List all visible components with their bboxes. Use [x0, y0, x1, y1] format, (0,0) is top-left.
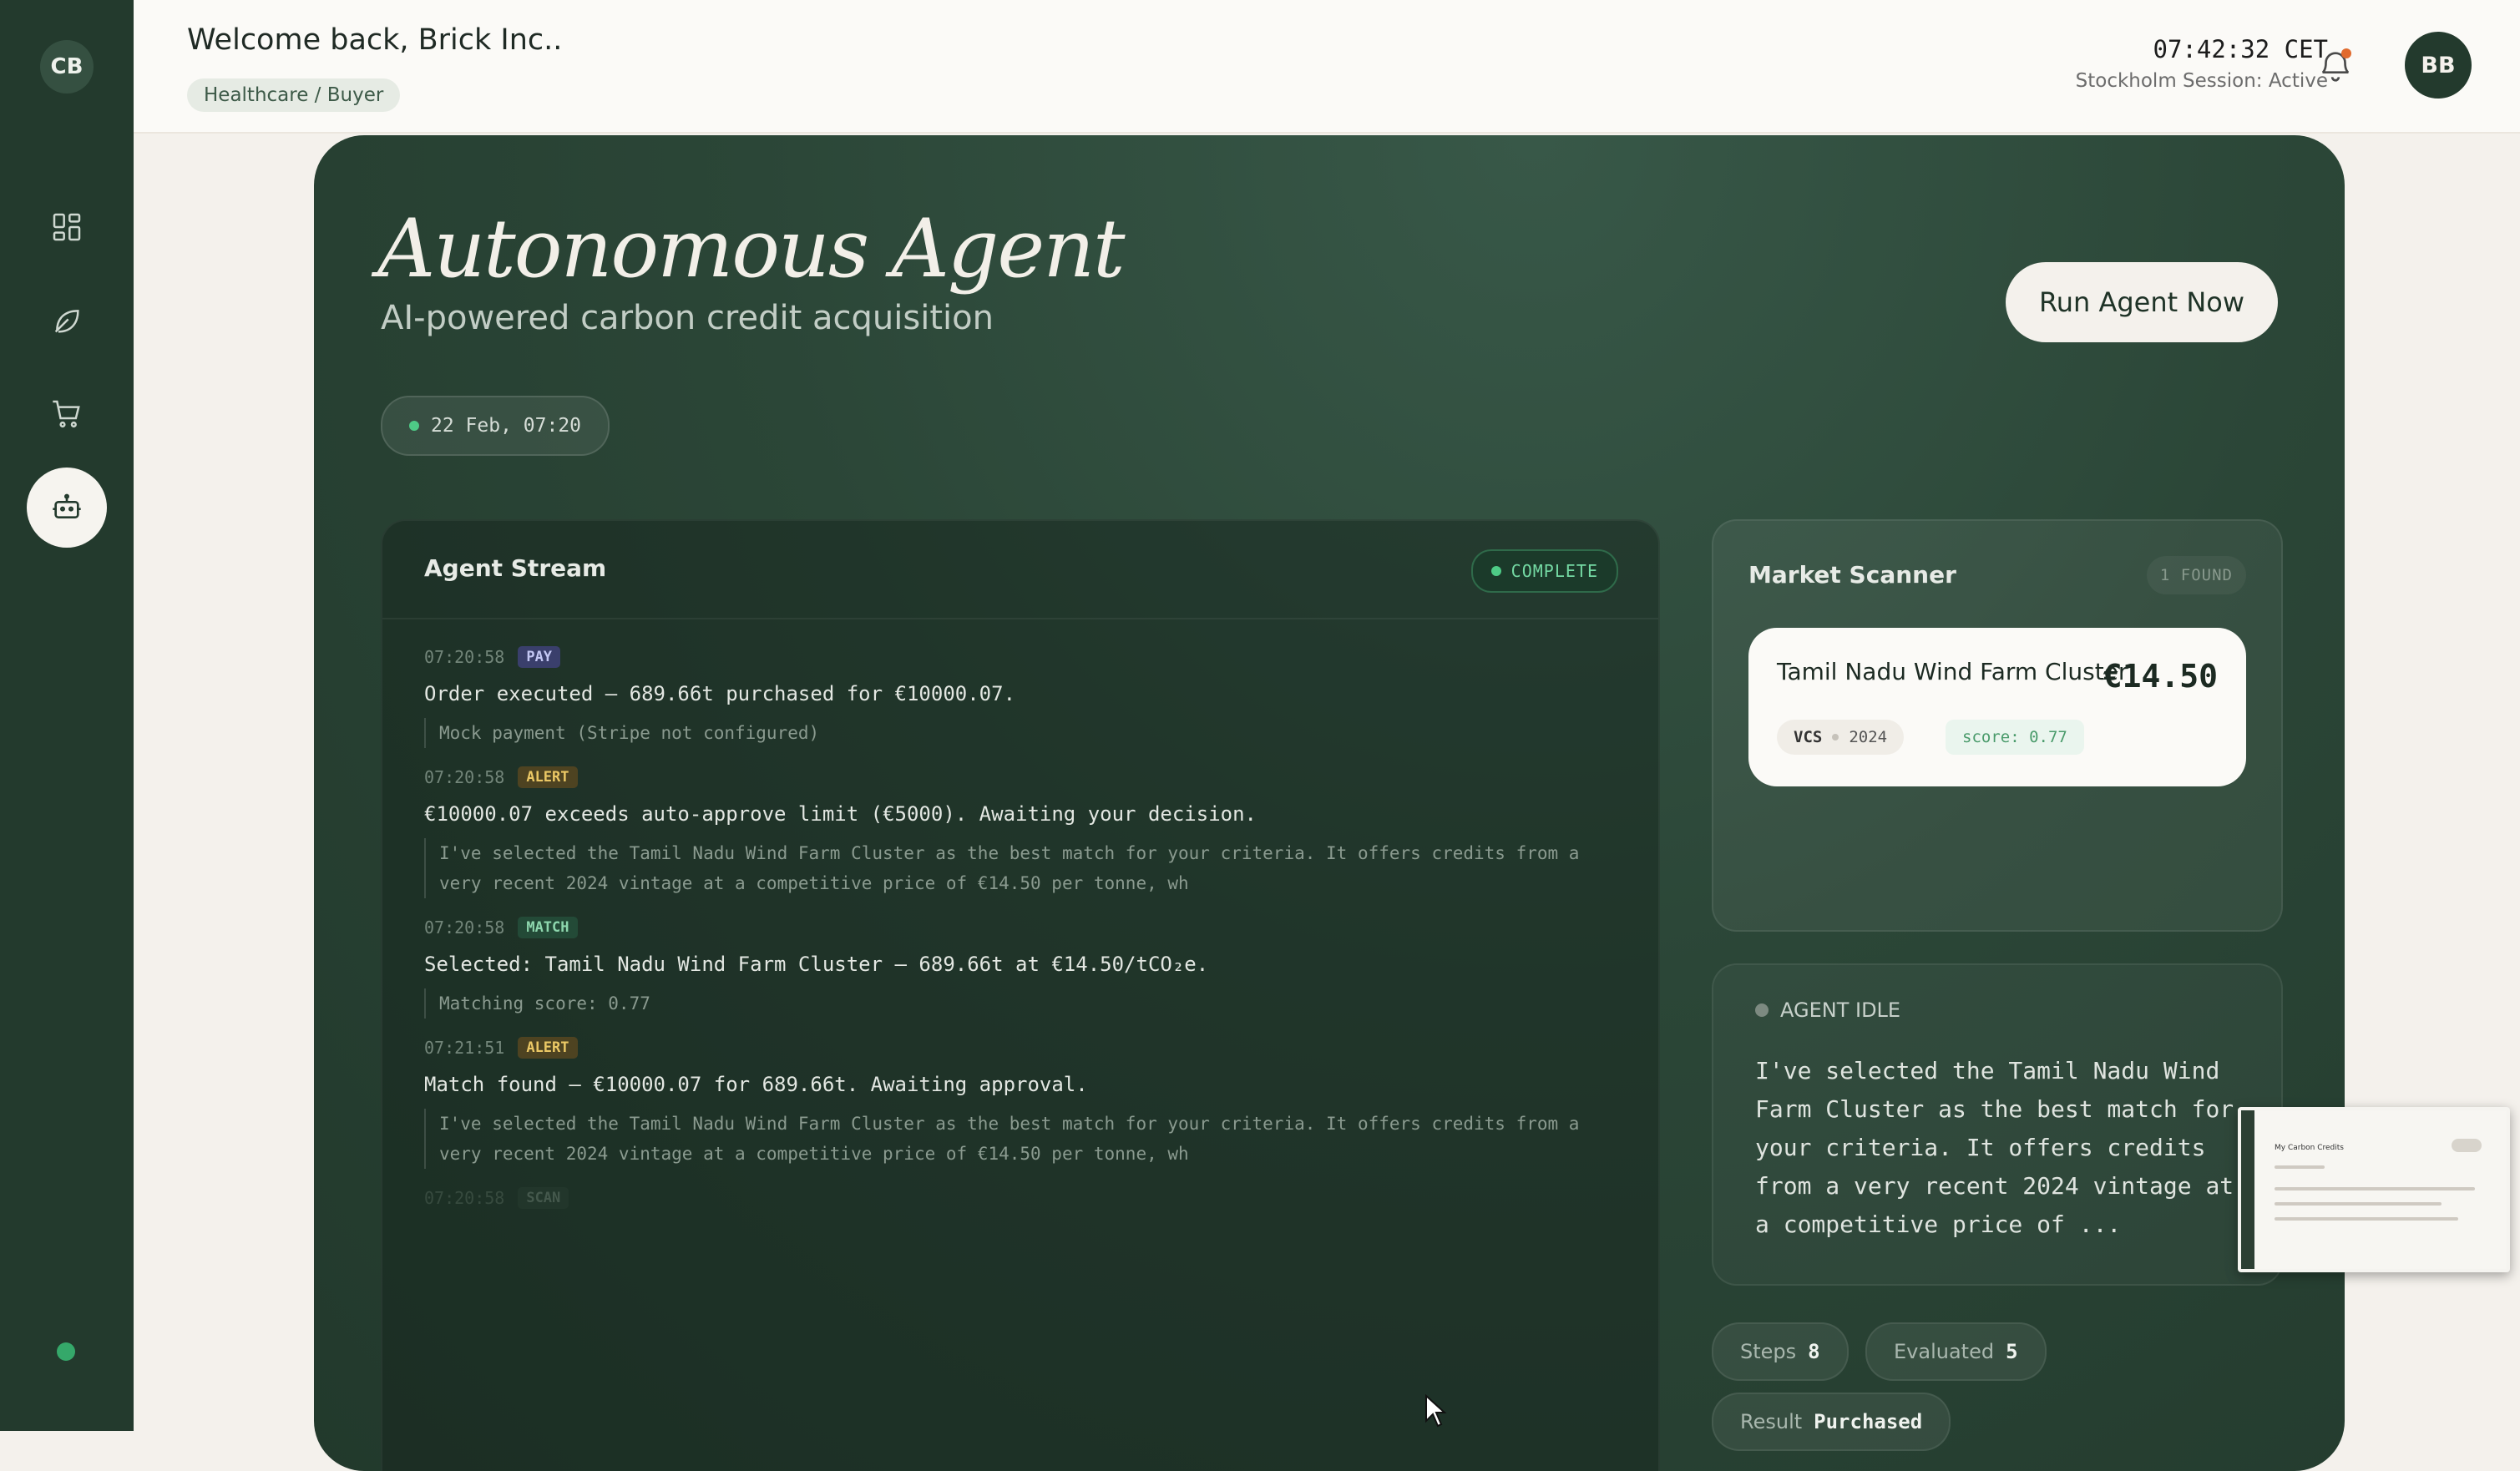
entry-time: 07:20:58: [424, 767, 505, 787]
entry-tag: ALERT: [518, 766, 578, 788]
agent-summary-text: I've selected the Tamil Nadu Wind Farm C…: [1755, 1057, 2234, 1238]
leaf-icon: [54, 310, 79, 333]
entry-time: 07:21:51: [424, 1038, 505, 1058]
company-avatar[interactable]: CB: [40, 40, 94, 94]
user-avatar[interactable]: BB: [2405, 32, 2472, 99]
entry-note: Matching score: 0.77: [424, 988, 1627, 1019]
result-stat: Result Purchased: [1712, 1393, 1951, 1451]
agent-status-label: AGENT IDLE: [1780, 998, 1901, 1022]
evaluated-label: Evaluated: [1894, 1340, 1995, 1363]
thumbnail-line: [2275, 1202, 2442, 1206]
cart-icon: [53, 400, 80, 428]
session-status: Stockholm Session: Active: [2075, 70, 2328, 92]
evaluated-stat: Evaluated 5: [1865, 1322, 2047, 1381]
run-date-chip: 22 Feb, 07:20: [381, 396, 610, 456]
evaluated-value: 5: [2006, 1340, 2018, 1363]
entry-tag: MATCH: [518, 917, 578, 938]
entry-message: Selected: Tamil Nadu Wind Farm Cluster —…: [424, 953, 1209, 976]
credit-score-badge: score: 0.77: [1946, 720, 2084, 755]
sidebar-item-credits[interactable]: [27, 281, 107, 361]
entry-message: Order executed — 689.66t purchased for €…: [424, 682, 1016, 705]
sidebar-item-agent[interactable]: [27, 468, 107, 548]
agent-status-panel: AGENT IDLE I've selected the Tamil Nadu …: [1712, 963, 2283, 1286]
date-status-dot: [409, 421, 419, 431]
sidebar-item-marketplace[interactable]: [27, 374, 107, 454]
steps-stat: Steps 8: [1712, 1322, 1849, 1381]
credit-price: €14.50: [2103, 658, 2218, 695]
thumbnail-line: [2275, 1165, 2325, 1169]
entry-time: 07:20:58: [424, 917, 505, 938]
market-scanner-panel: Market Scanner 1 FOUND Tamil Nadu Wind F…: [1712, 519, 2283, 932]
market-scanner-title: Market Scanner: [1748, 561, 1956, 589]
entry-time: 07:20:58: [424, 1188, 505, 1208]
sidebar: CB: [0, 0, 134, 1431]
stream-status-badge: COMPLETE: [1470, 549, 1618, 593]
grid-icon: [53, 213, 81, 241]
notification-dot: [2341, 48, 2351, 58]
thumbnail-line: [2275, 1187, 2475, 1190]
separator-dot: [1832, 734, 1839, 741]
stream-entry: 07:20:58 ALERT €10000.07 exceeds auto-ap…: [424, 763, 1627, 898]
credit-project-name: Tamil Nadu Wind Farm Cluster: [1777, 658, 2128, 685]
run-agent-button[interactable]: Run Agent Now: [2006, 262, 2278, 342]
agent-panel: Autonomous Agent AI-powered carbon credi…: [314, 135, 2345, 1471]
thumbnail-button: [2452, 1139, 2482, 1152]
agent-stream-header: Agent Stream COMPLETE: [382, 521, 1658, 619]
entry-message: Match found — €10000.07 for 689.66t. Awa…: [424, 1073, 1088, 1096]
role-badge: Healthcare / Buyer: [187, 78, 401, 112]
stream-status-label: COMPLETE: [1510, 561, 1598, 581]
agent-stream-panel: Agent Stream COMPLETE 07:20:58 PAY Order…: [381, 519, 1660, 1471]
agent-status-header: AGENT IDLE: [1755, 998, 1900, 1022]
stream-entry: 07:20:58 MATCH Selected: Tamil Nadu Wind…: [424, 913, 1627, 1019]
steps-value: 8: [1808, 1340, 1820, 1363]
entry-time: 07:20:58: [424, 647, 505, 667]
mouse-cursor-icon: [1425, 1394, 1447, 1428]
stream-entry: 07:21:51 ALERT Match found — €10000.07 f…: [424, 1034, 1627, 1169]
entry-note: I've selected the Tamil Nadu Wind Farm C…: [424, 838, 1627, 898]
connection-status-dot: [57, 1342, 75, 1361]
session-clock: 07:42:32 CET: [2153, 35, 2328, 63]
stream-entry: 07:20:58 PAY Order executed — 689.66t pu…: [424, 643, 1627, 748]
robot-icon: [53, 493, 81, 518]
run-date: 22 Feb, 07:20: [431, 415, 582, 437]
top-bar: Welcome back, Brick Inc.. Healthcare / B…: [134, 0, 2520, 134]
result-value: Purchased: [1814, 1410, 1923, 1433]
entry-message: €10000.07 exceeds auto-approve limit (€5…: [424, 802, 1257, 826]
credit-vintage: 2024: [1849, 728, 1888, 746]
thumbnail-caption: My Carbon Credits: [2275, 1144, 2344, 1152]
entry-note: I've selected the Tamil Nadu Wind Farm C…: [424, 1109, 1627, 1169]
stream-entries[interactable]: 07:20:58 PAY Order executed — 689.66t pu…: [424, 643, 1627, 1244]
credit-listing-card[interactable]: Tamil Nadu Wind Farm Cluster €14.50 VCS …: [1748, 628, 2246, 786]
found-count-badge: 1 FOUND: [2146, 556, 2246, 594]
stream-entry: 07:20:58 SCAN: [424, 1184, 1627, 1212]
screenshot-thumbnail[interactable]: My Carbon Credits: [2238, 1107, 2510, 1272]
welcome-message: Welcome back, Brick Inc..: [187, 23, 563, 57]
entry-tag: ALERT: [518, 1037, 578, 1059]
thumbnail-sidebar: [2241, 1110, 2254, 1269]
steps-label: Steps: [1740, 1340, 1797, 1363]
entry-tag: SCAN: [518, 1187, 569, 1209]
thumbnail-line: [2275, 1217, 2458, 1221]
entry-note: Mock payment (Stripe not configured): [424, 718, 1627, 748]
page-subtitle: AI-powered carbon credit acquisition: [381, 299, 994, 337]
idle-status-dot: [1755, 1003, 1769, 1017]
agent-stream-title: Agent Stream: [424, 554, 607, 582]
page-title: Autonomous Agent: [377, 202, 1126, 296]
result-label: Result: [1740, 1410, 1803, 1433]
credit-standard-chip: VCS 2024: [1777, 720, 1905, 755]
sidebar-item-dashboard[interactable]: [27, 187, 107, 267]
credit-standard: VCS: [1794, 728, 1823, 746]
status-dot: [1490, 566, 1501, 576]
entry-tag: PAY: [518, 646, 561, 668]
